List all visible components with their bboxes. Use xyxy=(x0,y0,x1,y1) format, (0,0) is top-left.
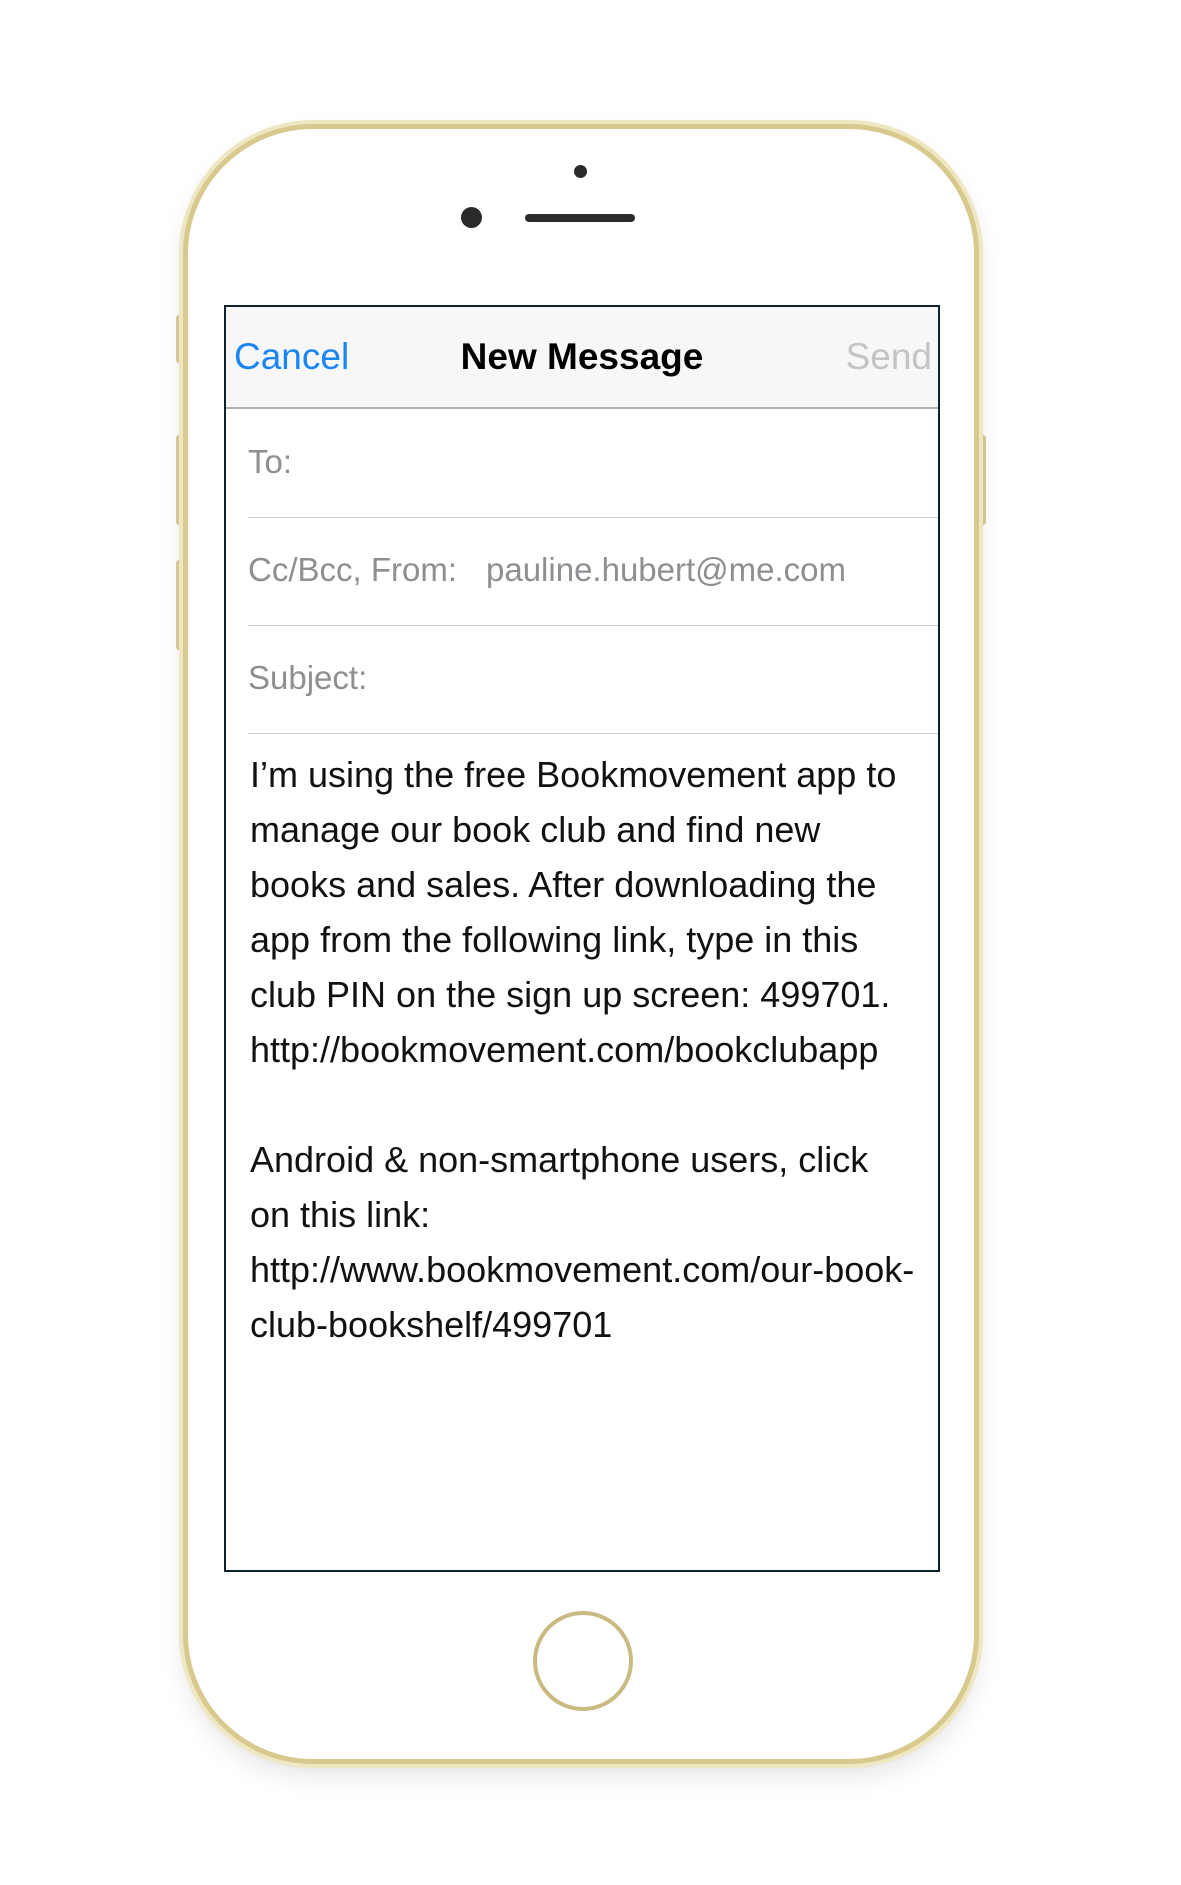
from-address[interactable]: pauline.hubert@me.com xyxy=(486,551,846,589)
cc-bcc-from-field[interactable]: Cc/Bcc, From: pauline.hubert@me.com xyxy=(248,517,938,626)
send-button[interactable]: Send xyxy=(846,336,932,378)
to-field[interactable]: To: xyxy=(248,409,938,518)
power-button xyxy=(979,435,986,525)
compose-navbar: Cancel New Message Send xyxy=(226,307,938,409)
home-button[interactable] xyxy=(533,1611,633,1711)
earpiece-speaker xyxy=(525,214,635,222)
proximity-sensor xyxy=(574,165,587,178)
volume-down-button xyxy=(176,560,183,650)
subject-label: Subject: xyxy=(248,659,368,696)
ring-switch xyxy=(176,315,183,363)
message-paragraph-1: I’m using the free Bookmovement app to m… xyxy=(250,754,897,1070)
mail-compose-screen: Cancel New Message Send To: Cc/Bcc, From… xyxy=(224,305,940,1572)
message-paragraph-2: Android & non-smartphone users, click on… xyxy=(250,1139,915,1345)
page-title: New Message xyxy=(460,336,704,377)
volume-up-button xyxy=(176,435,183,525)
front-camera-icon xyxy=(461,207,482,228)
to-label: To: xyxy=(248,443,293,480)
message-body[interactable]: I’m using the free Bookmovement app to m… xyxy=(250,747,918,1352)
subject-field[interactable]: Subject: xyxy=(248,625,938,734)
cc-bcc-from-label: Cc/Bcc, From: xyxy=(248,551,458,588)
